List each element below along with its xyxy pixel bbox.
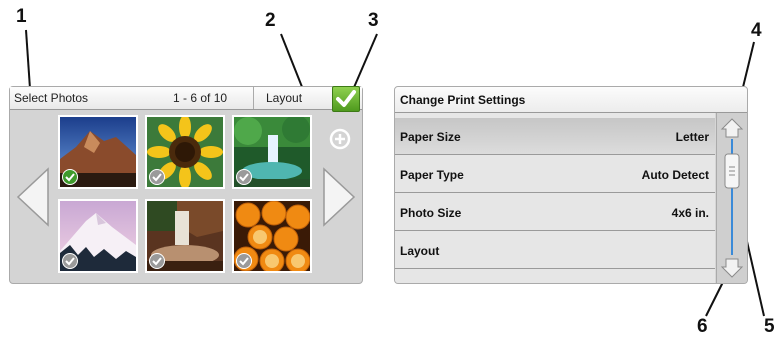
scrollbar[interactable] xyxy=(716,113,747,283)
panel-title: Select Photos xyxy=(14,91,89,105)
header-divider xyxy=(253,87,254,109)
print-settings-header: Change Print Settings xyxy=(395,87,747,113)
previous-page-arrow-icon[interactable] xyxy=(16,167,50,227)
photo-thumbnail-sunflower[interactable] xyxy=(145,115,225,189)
unselected-check-icon[interactable] xyxy=(236,253,252,269)
photo-thumbnail-snowy-mountain[interactable] xyxy=(58,199,138,273)
callout-3: 3 xyxy=(368,10,379,31)
unselected-check-icon[interactable] xyxy=(236,169,252,185)
photo-count: 1 - 6 of 10 xyxy=(173,91,228,105)
zoom-in-icon[interactable] xyxy=(328,127,352,151)
setting-value: Auto Detect xyxy=(641,168,709,182)
ok-button[interactable] xyxy=(332,86,360,112)
selected-check-icon[interactable] xyxy=(62,169,78,185)
settings-list: Paper Size Letter Paper Type Auto Detect… xyxy=(395,113,715,283)
setting-label: Paper Size xyxy=(400,130,461,144)
callout-5: 5 xyxy=(764,316,774,337)
photo-thumbnail-waterfall-forest[interactable] xyxy=(232,115,312,189)
layout-button[interactable]: Layout xyxy=(266,91,302,105)
setting-label: Photo Size xyxy=(400,206,462,220)
callout-2: 2 xyxy=(265,10,276,31)
setting-value: Letter xyxy=(675,130,709,144)
unselected-check-icon[interactable] xyxy=(62,253,78,269)
callout-6: 6 xyxy=(697,316,708,337)
setting-label: Paper Type xyxy=(400,168,464,182)
setting-row-layout[interactable]: Layout xyxy=(395,232,715,269)
callout-1: 1 xyxy=(16,6,27,27)
photo-thumbnail-mountain-peak[interactable] xyxy=(58,115,138,189)
scroll-up-arrow-icon[interactable] xyxy=(720,117,744,139)
change-print-settings-panel: Change Print Settings Paper Size Letter … xyxy=(394,86,748,284)
setting-value: 4x6 in. xyxy=(671,206,709,220)
scroll-down-arrow-icon[interactable] xyxy=(720,257,744,279)
callout-4: 4 xyxy=(751,20,762,41)
setting-row-paper-type[interactable]: Paper Type Auto Detect xyxy=(395,156,715,193)
photo-thumbnail-oranges[interactable] xyxy=(232,199,312,273)
panel-title: Change Print Settings xyxy=(400,93,526,107)
select-photos-panel: Select Photos 1 - 6 of 10 Layout xyxy=(9,86,363,284)
scroll-thumb[interactable] xyxy=(724,153,740,189)
unselected-check-icon[interactable] xyxy=(149,253,165,269)
select-photos-header: Select Photos 1 - 6 of 10 Layout xyxy=(10,86,362,112)
next-page-arrow-icon[interactable] xyxy=(322,167,356,227)
setting-label: Layout xyxy=(400,244,440,258)
unselected-check-icon[interactable] xyxy=(149,169,165,185)
checkmark-icon xyxy=(336,90,356,107)
photo-thumbnail-waterfall-rocks[interactable] xyxy=(145,199,225,273)
setting-row-paper-size[interactable]: Paper Size Letter xyxy=(395,118,715,155)
setting-row-photo-size[interactable]: Photo Size 4x6 in. xyxy=(395,194,715,231)
